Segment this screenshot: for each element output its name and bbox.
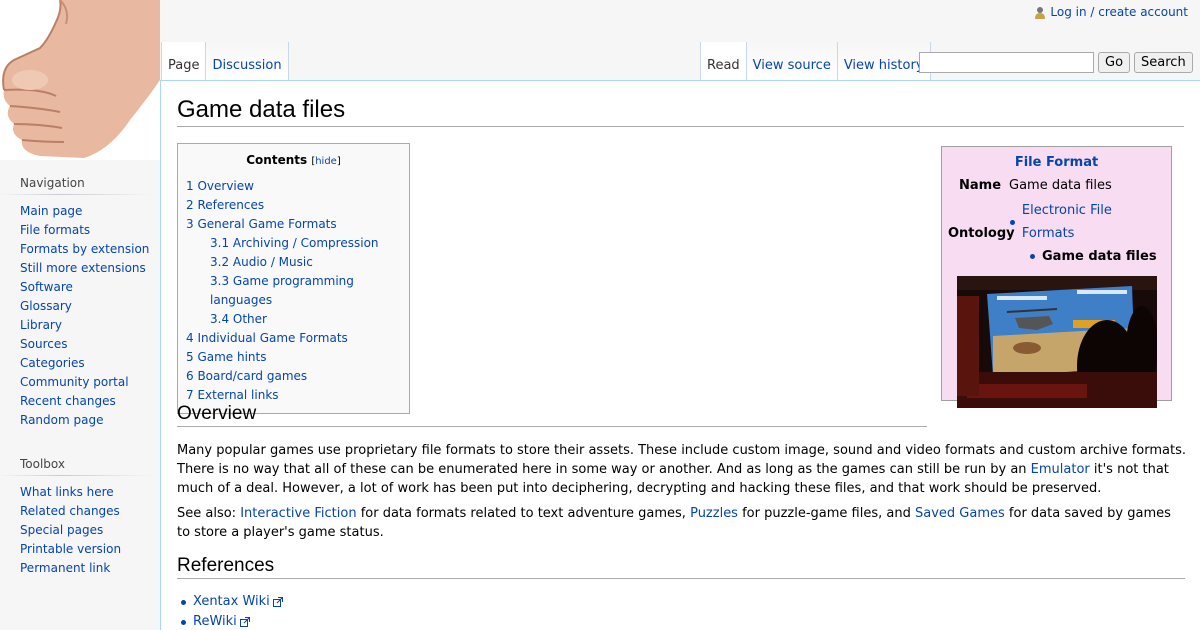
sidebar-item-community-portal[interactable]: Community portal	[20, 375, 129, 389]
overview-paragraph: Many popular games use proprietary file …	[177, 441, 1187, 498]
toc-title: Contents	[246, 153, 308, 167]
tab-read[interactable]: Read	[700, 42, 747, 80]
list-item: ReWiki	[181, 612, 283, 630]
page-title: Game data files	[177, 95, 1184, 127]
tab-view-history-label: View history	[843, 58, 924, 73]
infobox-name-value: Game data files	[1009, 178, 1112, 193]
table-of-contents: Contents [hide] 1 Overview 2 References …	[177, 143, 410, 414]
search-box: Go Search	[919, 52, 1193, 73]
user-icon	[1035, 6, 1046, 19]
sidebar-item-random-page[interactable]: Random page	[20, 413, 103, 427]
thumbs-up-logo-icon	[0, 0, 160, 160]
toc-item-other[interactable]: 3.4 Other	[210, 312, 267, 326]
search-input[interactable]	[919, 52, 1094, 73]
site-logo[interactable]	[0, 0, 160, 160]
namespace-tabs: Page Discussion	[161, 42, 289, 80]
toc-item-game-programming-languages[interactable]: 3.3 Game programming languages	[210, 274, 354, 307]
sidebar-item-printable-version[interactable]: Printable version	[20, 542, 121, 556]
toc-item-individual-game-formats[interactable]: 4 Individual Game Formats	[186, 331, 348, 345]
toc-item-general-game-formats[interactable]: 3 General Game Formats	[186, 217, 337, 231]
sidebar-item-glossary[interactable]: Glossary	[20, 299, 72, 313]
sidebar-item-permanent-link[interactable]: Permanent link	[20, 561, 110, 575]
toc-hide-link[interactable]: hide	[315, 156, 337, 167]
login-link[interactable]: Log in / create account	[1050, 5, 1188, 19]
emulator-link[interactable]: Emulator	[1031, 462, 1090, 477]
toc-item-external-links[interactable]: 7 External links	[186, 388, 279, 402]
references-heading: References	[177, 555, 1185, 579]
toc-item-audio-music[interactable]: 3.2 Audio / Music	[210, 255, 313, 269]
navigation-heading: Navigation	[0, 176, 152, 195]
tab-page-label: Page	[168, 58, 200, 73]
rewiki-link[interactable]: ReWiki	[193, 612, 237, 630]
overview-heading: Overview	[177, 403, 927, 427]
infobox-ontology-label: Ontology	[948, 226, 1015, 241]
sidebar-item-recent-changes[interactable]: Recent changes	[20, 394, 116, 408]
tab-view-source[interactable]: View source	[746, 42, 838, 80]
sidebar-item-still-more-extensions[interactable]: Still more extensions	[20, 261, 146, 275]
toc-item-archiving[interactable]: 3.1 Archiving / Compression	[210, 236, 379, 250]
saved-games-link[interactable]: Saved Games	[915, 506, 1005, 521]
references-list: Xentax Wiki ReWiki	[181, 592, 283, 630]
sidebar-item-file-formats[interactable]: File formats	[20, 223, 90, 237]
content-area: Game data files Contents [hide] 1 Overvi…	[160, 80, 1200, 630]
file-format-infobox: File Format Name Game data files Ontolog…	[941, 146, 1172, 408]
tab-discussion[interactable]: Discussion	[206, 42, 289, 80]
sidebar-item-related-changes[interactable]: Related changes	[20, 504, 120, 518]
tab-view-history[interactable]: View history	[837, 42, 931, 80]
xentax-wiki-link[interactable]: Xentax Wiki	[193, 592, 270, 612]
sidebar-item-formats-by-extension[interactable]: Formats by extension	[20, 242, 149, 256]
list-item: Xentax Wiki	[181, 592, 283, 612]
toc-item-board-card-games[interactable]: 6 Board/card games	[186, 369, 307, 383]
sidebar-item-special-pages[interactable]: Special pages	[20, 523, 103, 537]
personal-tools: Log in / create account	[1034, 5, 1188, 19]
infobox-title-link[interactable]: File Format	[1015, 155, 1098, 170]
see-also-text-a: See also:	[177, 506, 241, 521]
toc-item-references[interactable]: 2 References	[186, 198, 264, 212]
toc-item-game-hints[interactable]: 5 Game hints	[186, 350, 267, 364]
see-also-text-b: for data formats related to text adventu…	[356, 506, 691, 521]
see-also-paragraph: See also: Interactive Fiction for data f…	[177, 504, 1187, 542]
toc-item-overview[interactable]: 1 Overview	[186, 179, 254, 193]
toolbox-heading: Toolbox	[0, 457, 152, 476]
toolbox-portal: Toolbox What links here Related changes …	[0, 457, 160, 578]
interactive-fiction-link[interactable]: Interactive Fiction	[240, 506, 356, 521]
ontology-parent-link[interactable]: Electronic File Formats	[1022, 199, 1165, 245]
external-link-icon	[239, 617, 250, 627]
tab-read-label: Read	[707, 58, 740, 73]
sidebar-item-main-page[interactable]: Main page	[20, 204, 82, 218]
tab-discussion-label: Discussion	[212, 58, 282, 73]
external-link-icon	[272, 597, 283, 607]
sidebar-item-categories[interactable]: Categories	[20, 356, 85, 370]
tab-view-source-label: View source	[752, 58, 831, 73]
sidebar-item-what-links-here[interactable]: What links here	[20, 485, 114, 499]
see-also-text-c: for puzzle-game files, and	[737, 506, 915, 521]
infobox-name-label: Name	[959, 178, 1002, 193]
go-button[interactable]: Go	[1098, 52, 1131, 73]
navigation-portal: Navigation Main page File formats Format…	[0, 176, 160, 430]
sidebar-item-sources[interactable]: Sources	[20, 337, 67, 351]
sidebar-item-software[interactable]: Software	[20, 280, 73, 294]
sidebar-item-library[interactable]: Library	[20, 318, 62, 332]
arcade-game-photo	[956, 276, 1157, 408]
search-button[interactable]: Search	[1134, 52, 1193, 73]
tab-page[interactable]: Page	[161, 42, 207, 80]
puzzles-link[interactable]: Puzzles	[690, 506, 738, 521]
toc-title-row: Contents [hide]	[246, 153, 341, 167]
view-tabs: Read View source View history	[700, 42, 931, 80]
arcade-screen-image[interactable]	[956, 276, 1157, 408]
ontology-current: Game data files	[1042, 249, 1157, 264]
